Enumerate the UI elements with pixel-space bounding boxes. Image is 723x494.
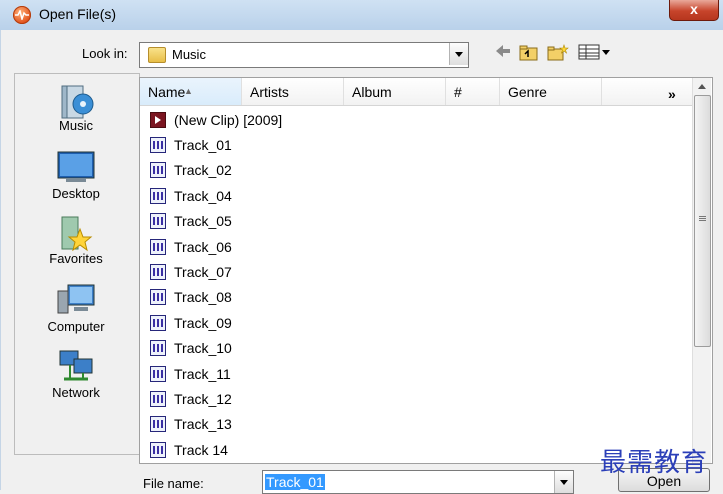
list-item[interactable]: Track 14: [148, 439, 368, 461]
file-name-input[interactable]: Track_01: [262, 470, 574, 494]
favorites-star-icon: [56, 215, 96, 252]
place-desktop-label: Desktop: [52, 186, 100, 201]
list-item[interactable]: Track_08: [148, 286, 368, 308]
column-name[interactable]: ▲ Name: [140, 78, 242, 105]
audio-file-icon: [150, 340, 166, 356]
audio-file-icon: [150, 315, 166, 331]
list-item[interactable]: Track_02: [148, 159, 368, 181]
list-item[interactable]: Track_07: [148, 261, 368, 283]
list-item[interactable]: Track_10: [148, 337, 368, 359]
window-title: Open File(s): [39, 6, 117, 22]
title-bar: Open File(s) x: [0, 0, 723, 31]
list-item[interactable]: Track_09: [148, 312, 368, 334]
list-item[interactable]: Track_04: [148, 185, 368, 207]
place-network[interactable]: Network: [15, 349, 137, 400]
new-folder-icon[interactable]: [547, 44, 569, 64]
app-icon: [13, 6, 31, 24]
music-library-icon: [56, 82, 96, 119]
up-folder-icon[interactable]: [518, 44, 540, 64]
look-in-value: Music: [172, 47, 206, 62]
audio-file-icon: [150, 442, 166, 458]
list-item[interactable]: Track_11: [148, 363, 368, 385]
list-item[interactable]: Track_12: [148, 388, 368, 410]
list-item[interactable]: Track_05: [148, 210, 368, 232]
folder-icon: [148, 47, 166, 63]
column-header: ▲ Name Artists Album # Genre »: [140, 78, 692, 106]
place-music-label: Music: [59, 118, 93, 133]
list-item[interactable]: Track_06: [148, 236, 368, 258]
network-icon: [56, 349, 96, 383]
close-button[interactable]: x: [669, 0, 719, 21]
column-artists[interactable]: Artists: [242, 78, 344, 105]
place-favorites[interactable]: Favorites: [15, 215, 137, 266]
scroll-up-arrow-icon[interactable]: [693, 78, 711, 95]
column-name-label: Name: [148, 84, 186, 100]
audio-file-icon: [150, 213, 166, 229]
video-clip-icon: [150, 112, 166, 128]
place-network-label: Network: [52, 385, 100, 400]
list-item[interactable]: Track_13: [148, 413, 368, 435]
audio-file-icon: [150, 188, 166, 204]
audio-file-icon: [150, 366, 166, 382]
more-columns-icon[interactable]: »: [668, 78, 676, 110]
back-arrow-icon[interactable]: [492, 44, 514, 64]
sort-ascending-icon: ▲: [184, 86, 193, 96]
audio-file-icon: [150, 289, 166, 305]
look-in-label: Look in:: [82, 46, 128, 61]
places-sidebar: Music Desktop Favorites Computer Network: [14, 73, 140, 455]
column-album[interactable]: Album: [344, 78, 446, 105]
computer-icon: [56, 283, 96, 317]
audio-file-icon: [150, 137, 166, 153]
view-menu-icon[interactable]: [577, 44, 613, 64]
grip-icon: [699, 216, 706, 222]
vertical-scrollbar[interactable]: [692, 78, 711, 463]
place-computer[interactable]: Computer: [15, 283, 137, 334]
chevron-down-icon[interactable]: [449, 43, 468, 65]
audio-file-icon: [150, 416, 166, 432]
look-in-dropdown[interactable]: Music: [139, 42, 469, 68]
place-computer-label: Computer: [47, 319, 105, 334]
column-genre[interactable]: Genre: [500, 78, 602, 105]
column-number[interactable]: #: [446, 78, 500, 105]
place-desktop[interactable]: Desktop: [15, 150, 137, 201]
watermark: 最需教育: [600, 448, 709, 478]
audio-file-icon: [150, 264, 166, 280]
desktop-icon: [56, 150, 96, 184]
file-name-value: Track_01: [265, 474, 325, 490]
place-favorites-label: Favorites: [49, 251, 103, 266]
scrollbar-thumb[interactable]: [694, 95, 711, 347]
file-list[interactable]: ▲ Name Artists Album # Genre » (New Clip…: [139, 77, 713, 464]
place-music[interactable]: Music: [15, 82, 137, 133]
list-item[interactable]: (New Clip) [2009]: [148, 109, 368, 131]
audio-file-icon: [150, 391, 166, 407]
list-item[interactable]: Track_01: [148, 134, 368, 156]
file-name-label: File name:: [143, 476, 204, 491]
audio-file-icon: [150, 162, 166, 178]
audio-file-icon: [150, 239, 166, 255]
